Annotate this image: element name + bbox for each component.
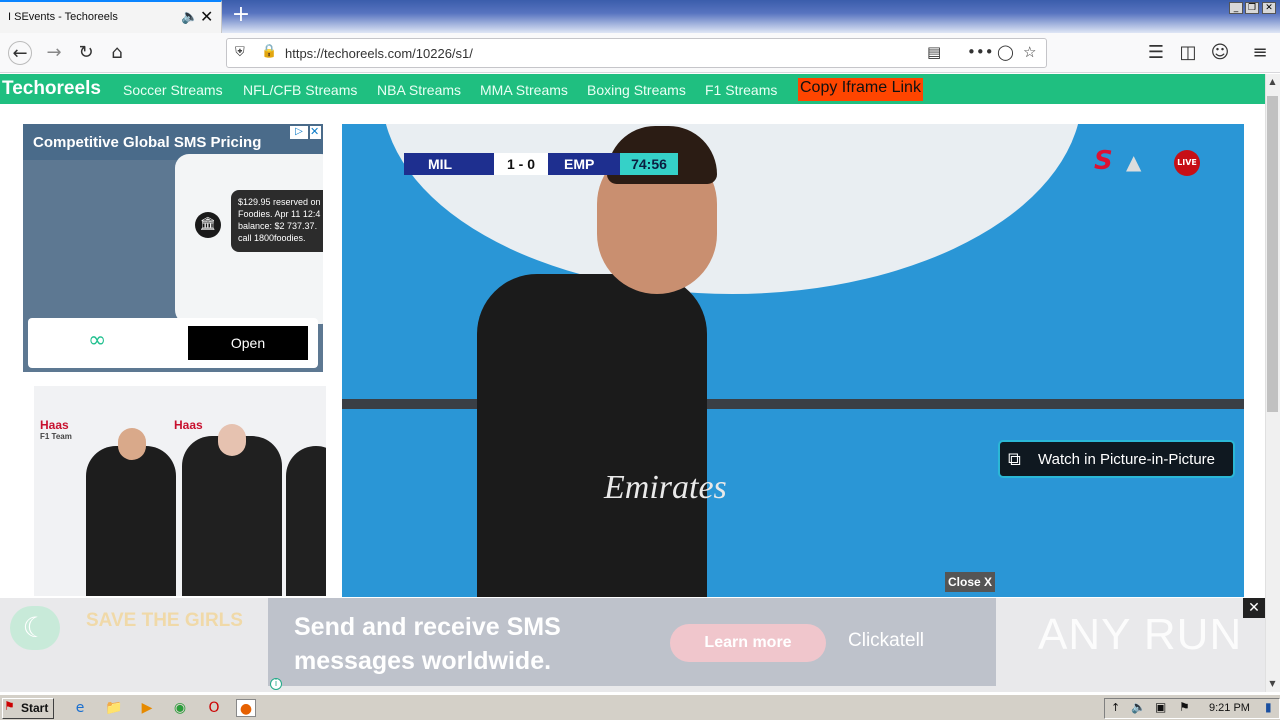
tab-title: I SEvents - Techoreels	[8, 11, 118, 23]
pocket-icon[interactable]: ◯	[997, 43, 1014, 61]
score-value: 1 - 0	[494, 153, 548, 175]
anyrun-watermark: ANY RUN	[1038, 610, 1243, 659]
team-principal-figure	[182, 436, 282, 596]
jersey-sponsor: Emirates	[604, 469, 727, 506]
system-tray: ↑ 🔈 ▣ ⚑ 9:21 PM ▮	[1104, 698, 1280, 719]
ie-icon[interactable]: e	[70, 699, 90, 717]
nav-link-soccer[interactable]: Soccer Streams	[123, 82, 223, 98]
restore-button[interactable]: ❐	[1245, 2, 1259, 14]
site-brand[interactable]: Techoreels	[2, 78, 101, 100]
windows-logo-icon: ⚑	[4, 699, 15, 713]
learn-more-button[interactable]: Learn more	[670, 624, 826, 662]
sidebar-icon[interactable]: ◫	[1176, 41, 1200, 65]
library-icon[interactable]: ☰	[1144, 41, 1168, 65]
ad-headline: Send and receive SMS messages worldwide.	[294, 613, 561, 675]
url-bar[interactable]: ⛨ 🔒 https://techoreels.com/10226/s1/ ▤ •…	[226, 38, 1047, 68]
picture-in-picture-button[interactable]: ⧉ Watch in Picture-in-Picture	[998, 440, 1235, 478]
stadium-arc	[382, 124, 1082, 294]
volume-icon[interactable]: 🔈	[1131, 700, 1146, 714]
bank-icon: 🏛	[195, 212, 221, 238]
save-the-girls-text: SAVE THE GIRLS	[86, 610, 243, 631]
infinity-logo-icon: ∞	[88, 328, 107, 353]
flag-icon[interactable]: ⚑	[1179, 700, 1190, 714]
scroll-down-icon[interactable]: ▼	[1267, 678, 1278, 690]
supersport-logo-icon: S	[1094, 146, 1113, 176]
match-clock: 74:56	[620, 153, 678, 175]
nav-link-mma[interactable]: MMA Streams	[480, 82, 568, 98]
ad-title: Competitive Global SMS Pricing	[33, 134, 262, 151]
close-icon[interactable]: ✕	[1243, 598, 1265, 618]
home-team: MIL	[428, 156, 453, 172]
scroll-up-icon[interactable]: ▲	[1267, 76, 1278, 88]
speaker-icon[interactable]: 🔈	[181, 9, 198, 25]
away-team: EMP	[564, 156, 595, 172]
player-body	[477, 274, 707, 597]
ad-card: ∞ Open	[28, 318, 318, 368]
copy-iframe-link-button[interactable]: Copy Iframe Link	[798, 78, 923, 101]
ad-info-icon[interactable]: i	[270, 678, 282, 690]
moon-icon: ☾	[10, 606, 60, 650]
pip-label: Watch in Picture-in-Picture	[1038, 451, 1215, 468]
sms-bubble: $129.95 reserved on Foodies. Apr 11 12:4…	[231, 190, 323, 252]
scoreboard: MIL 1 - 0 EMP 74:56	[404, 153, 678, 175]
haas-logo-text: Haas	[40, 418, 69, 432]
menu-icon[interactable]: ≡	[1248, 41, 1272, 65]
media-player-icon[interactable]: ▶	[137, 699, 157, 717]
clock: 9:21 PM	[1209, 702, 1250, 714]
reload-icon[interactable]: ↻	[74, 41, 98, 65]
clickatell-brand: Clickatell	[848, 630, 925, 651]
principal-head	[218, 424, 246, 456]
shield-icon[interactable]: ⛨	[235, 45, 245, 60]
account-icon[interactable]: ☺	[1208, 41, 1232, 65]
forward-icon[interactable]: →	[42, 41, 66, 65]
haas-logo-text-2: Haas	[174, 418, 203, 432]
folder-icon[interactable]: 📁	[104, 699, 124, 717]
nav-link-nfl[interactable]: NFL/CFB Streams	[243, 82, 357, 98]
chrome-icon[interactable]: ◉	[170, 699, 190, 717]
home-icon[interactable]: ⌂	[105, 41, 129, 65]
url-text[interactable]: https://techoreels.com/10226/s1/	[285, 46, 473, 61]
minimize-button[interactable]: _	[1229, 2, 1243, 14]
haas-subtitle: F1 Team	[40, 432, 72, 441]
video-player[interactable]: Emirates MIL 1 - 0 EMP 74:56 S ▲ LIVE	[342, 124, 1244, 597]
live-badge: LIVE	[1174, 150, 1200, 176]
driver-head	[118, 428, 146, 460]
nav-link-f1[interactable]: F1 Streams	[705, 82, 777, 98]
sms-banner-ad[interactable]: Send and receive SMS messages worldwide.…	[268, 598, 996, 686]
close-ad-button[interactable]: Close X	[945, 572, 995, 592]
serie-a-logo-icon: ▲	[1126, 150, 1142, 174]
ad-open-button[interactable]: Open	[188, 326, 308, 360]
more-icon[interactable]: •••	[967, 43, 994, 61]
nav-link-boxing[interactable]: Boxing Streams	[587, 82, 686, 98]
scrollbar-thumb[interactable]	[1267, 96, 1278, 412]
navigation-toolbar: ← → ↻ ⌂ ⛨ 🔒 https://techoreels.com/10226…	[0, 33, 1280, 73]
star-icon[interactable]: ☆	[1023, 43, 1036, 61]
network-icon[interactable]: ▣	[1155, 700, 1166, 714]
driver-figure	[86, 446, 176, 596]
back-icon[interactable]: ←	[8, 41, 32, 65]
reader-icon[interactable]: ▤	[927, 43, 941, 61]
ad-close-icon[interactable]: ✕	[310, 126, 321, 139]
tray-expand-icon[interactable]: ↑	[1111, 701, 1120, 714]
new-tab-button[interactable]: +	[230, 4, 252, 26]
opera-icon[interactable]: O	[204, 699, 224, 717]
driver-figure-2	[286, 446, 326, 596]
nav-link-nba[interactable]: NBA Streams	[377, 82, 461, 98]
close-icon[interactable]: ✕	[200, 7, 213, 26]
show-desktop-icon[interactable]: ▮	[1265, 700, 1272, 714]
window-close-button[interactable]: ✕	[1262, 2, 1276, 14]
browser-tab[interactable]: I SEvents - Techoreels 🔈 ✕	[0, 0, 222, 33]
site-header: Techoreels Soccer Streams NFL/CFB Stream…	[0, 74, 1265, 104]
pip-icon: ⧉	[1008, 449, 1021, 469]
sidebar-ad[interactable]: Competitive Global SMS Pricing 🏛 $129.95…	[23, 124, 323, 372]
firefox-icon[interactable]: ●	[236, 699, 256, 717]
adchoices-icon[interactable]: ▷	[290, 126, 308, 139]
taskbar: Start ⚑ e 📁 ▶ ◉ O ● ↑ 🔈 ▣ ⚑ 9:21 PM ▮	[0, 694, 1280, 720]
haas-f1-image: Haas F1 Team Haas	[34, 386, 326, 596]
lock-icon[interactable]: 🔒	[261, 44, 277, 59]
